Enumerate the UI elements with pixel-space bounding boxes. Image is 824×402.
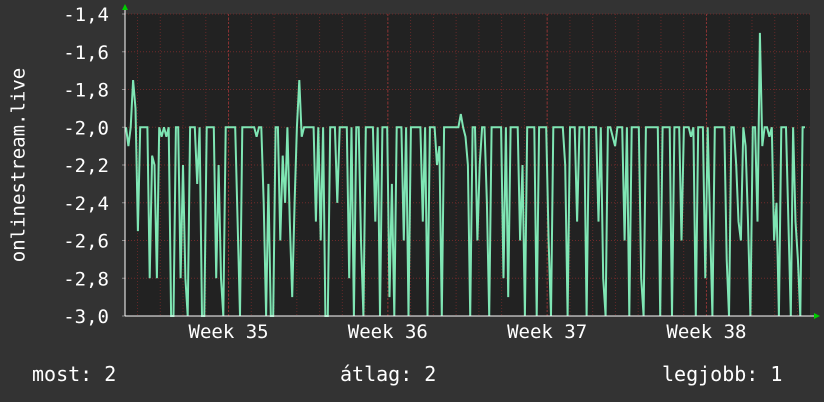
stat-best: legjobb: 1 xyxy=(662,362,783,386)
y-axis: -3,0 -2,8 -2,6 -2,4 -2,2 -2,0 -1,8 -1,6 -1,4 xyxy=(63,4,125,328)
x-tick-label: Week 37 xyxy=(507,321,587,343)
line-chart: -3,0 -2,8 -2,6 -2,4 -2,2 -2,0 -1,8 -1,6 -1,4 Wee… xyxy=(8,4,820,343)
x-axis-arrow xyxy=(814,313,820,319)
y-tick-label: -2,0 xyxy=(63,117,109,139)
stat-average: átlag: 2 xyxy=(340,362,437,386)
y-tick-label: -2,6 xyxy=(63,231,109,253)
y-tick-label: -2,2 xyxy=(63,155,109,177)
x-tick-label: Week 38 xyxy=(666,321,746,343)
y-axis-title: onlinestream.live xyxy=(8,68,30,262)
y-tick-label: -1,4 xyxy=(63,4,109,26)
y-tick-label: -3,0 xyxy=(63,306,109,328)
y-tick-label: -1,8 xyxy=(63,80,109,102)
y-tick-label: -2,4 xyxy=(63,193,109,215)
stat-current: most: 2 xyxy=(32,362,117,386)
x-axis: Week 35 Week 36 Week 37 Week 38 xyxy=(189,321,747,343)
y-axis-arrow xyxy=(122,4,128,10)
x-tick-label: Week 35 xyxy=(189,321,269,343)
y-tick-label: -1,6 xyxy=(63,42,109,64)
x-tick-label: Week 36 xyxy=(348,321,428,343)
y-tick-label: -2,8 xyxy=(63,268,109,290)
